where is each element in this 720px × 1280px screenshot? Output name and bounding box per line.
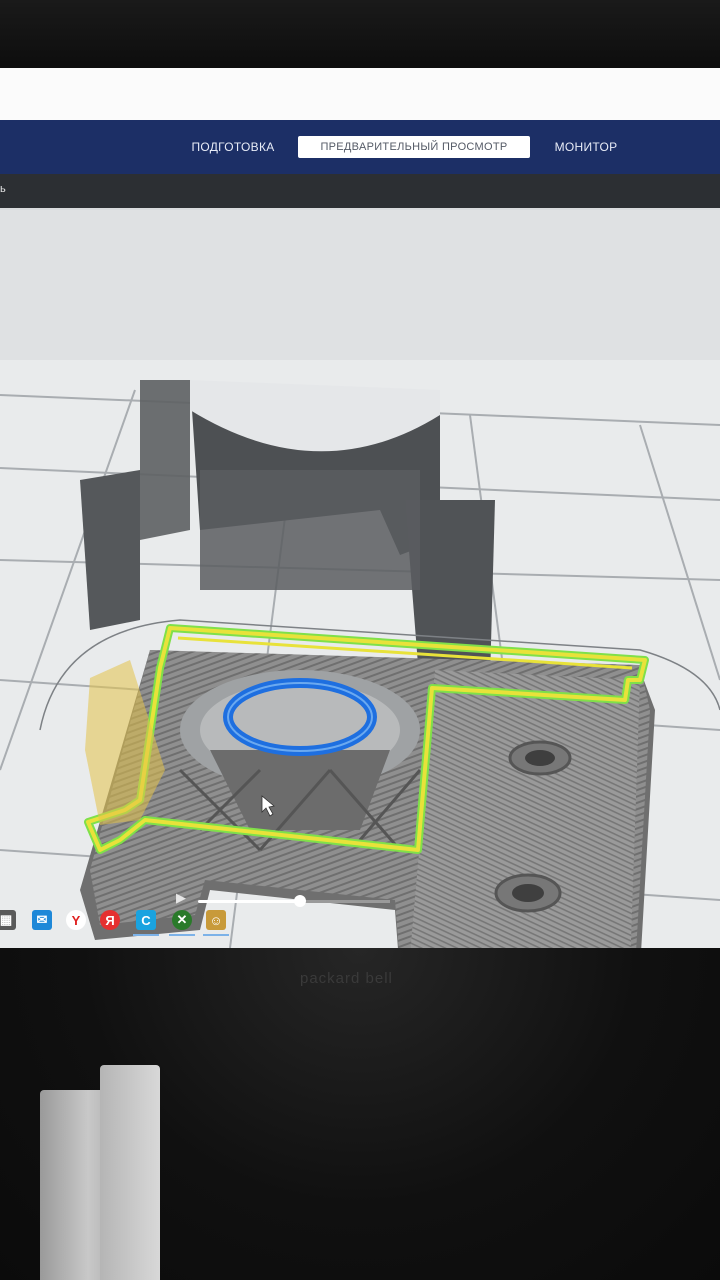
monitor-brand-logo: packard bell	[300, 970, 393, 987]
stage-menu-bar: ПОДГОТОВКА ПРЕДВАРИТЕЛЬНЫЙ ПРОСМОТР МОНИ…	[0, 120, 720, 174]
cura-icon[interactable]: C	[133, 910, 159, 936]
layer-progress-handle[interactable]	[294, 895, 306, 907]
tab-preview[interactable]: ПРЕДВАРИТЕЛЬНЫЙ ПРОСМОТР	[298, 136, 530, 158]
mail-icon[interactable]: ✉	[32, 910, 52, 930]
layer-progress-track[interactable]	[300, 900, 390, 903]
store-icon[interactable]: ▦	[0, 910, 16, 930]
tab-prepare[interactable]: ПОДГОТОВКА	[188, 136, 278, 158]
view-toolbar: ь	[0, 174, 720, 208]
toolbar-label[interactable]: ь	[0, 183, 6, 195]
layer-progress-fill	[198, 900, 300, 903]
desk-object-2	[100, 1065, 160, 1280]
tab-monitor[interactable]: МОНИТОР	[548, 136, 624, 158]
window-title-strip	[0, 68, 720, 120]
cura-window: ПОДГОТОВКА ПРЕДВАРИТЕЛЬНЫЙ ПРОСМОТР МОНИ…	[0, 68, 720, 948]
yandex-icon[interactable]: Я	[100, 910, 120, 930]
xbox-icon[interactable]: ✕	[169, 910, 195, 936]
3d-viewport[interactable]	[0, 210, 720, 948]
yandex-browser-icon[interactable]: Y	[66, 910, 86, 930]
user-app-icon[interactable]: ☺	[203, 910, 229, 936]
windows-taskbar: ▦ ✉ Y Я C ✕ ☺	[0, 904, 250, 940]
monitor-bezel-top	[0, 0, 720, 70]
